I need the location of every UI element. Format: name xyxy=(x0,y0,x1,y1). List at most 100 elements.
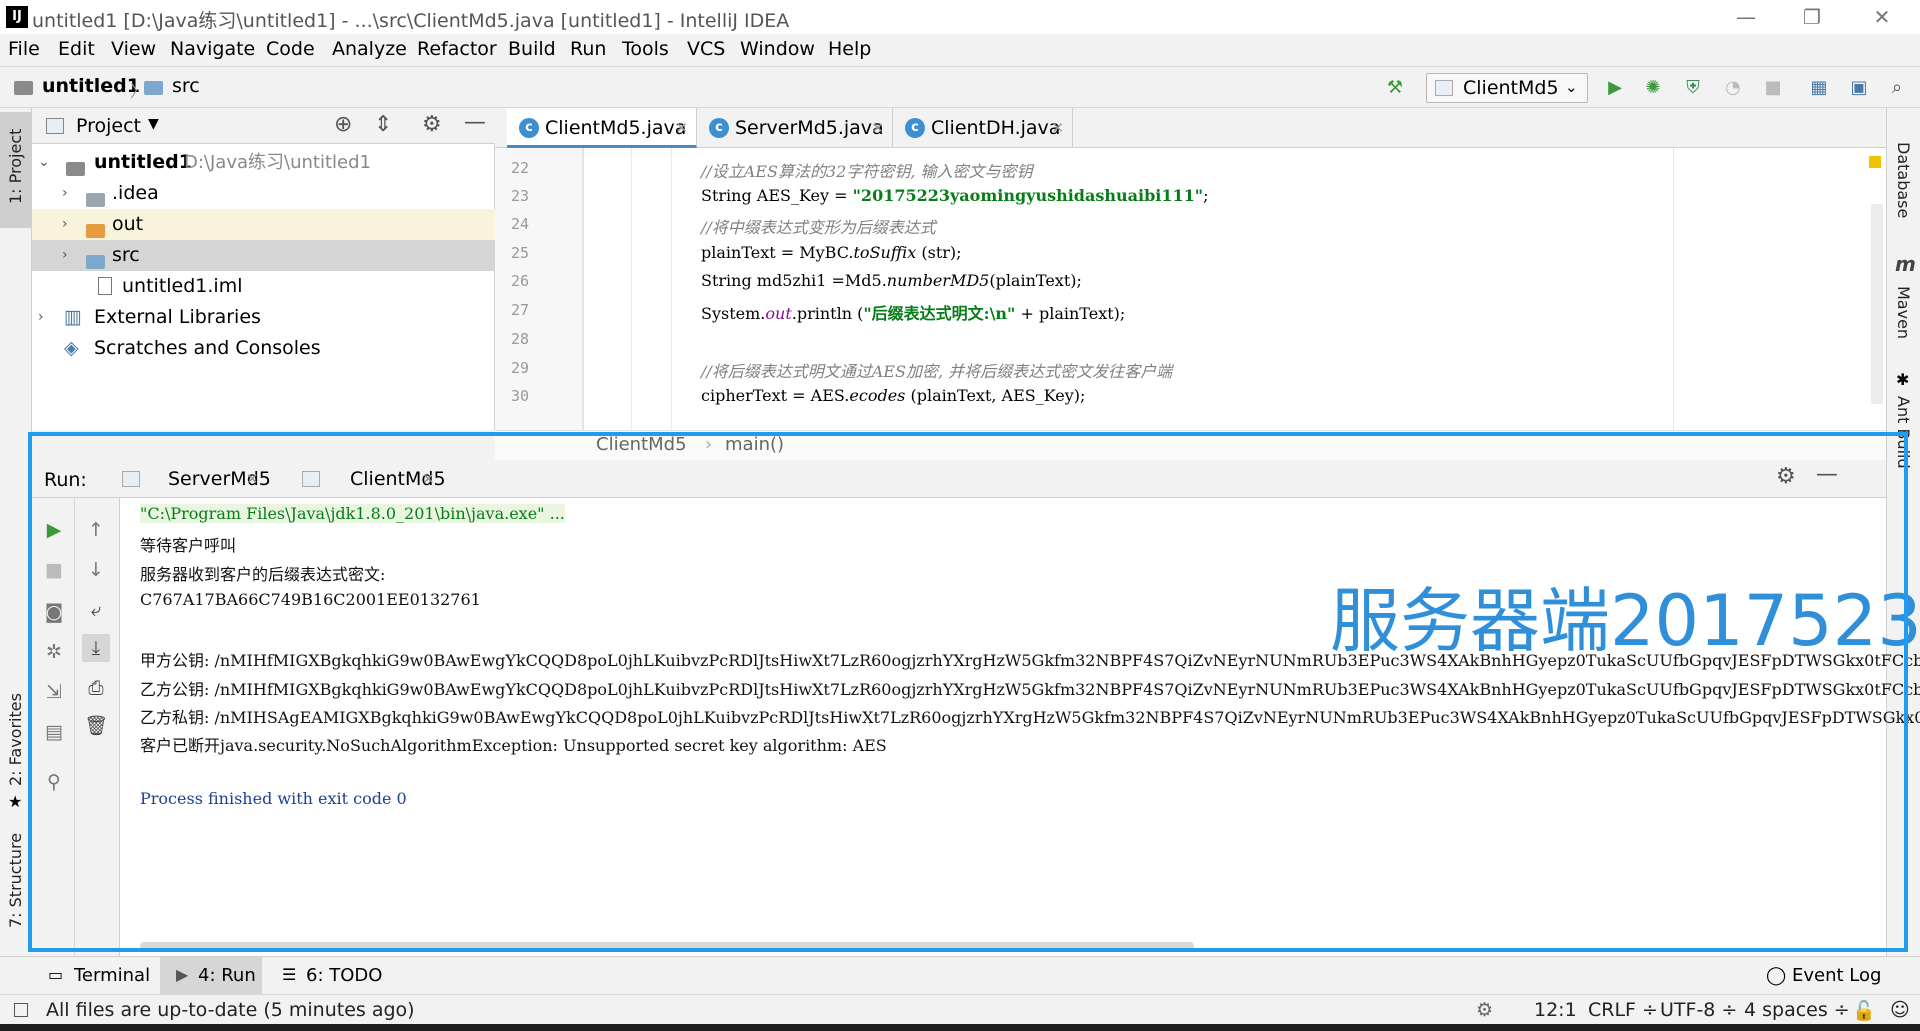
terminal-tab[interactable]: Terminal xyxy=(74,965,150,986)
stop-icon[interactable]: ■ xyxy=(40,556,68,584)
locate-icon[interactable]: ⊕ xyxy=(334,112,352,137)
favorites-tool-tab[interactable]: 2: Favorites ★ xyxy=(0,668,32,828)
code-line[interactable]: String AES_Key = "20175223yaomingyushida… xyxy=(701,186,1208,205)
lock-icon[interactable]: 🔓 xyxy=(1852,999,1876,1022)
gear-icon[interactable]: ⚙ xyxy=(422,112,442,137)
menu-window[interactable]: Window xyxy=(740,38,815,60)
tree-item-src[interactable]: › src xyxy=(32,240,495,271)
structure-tool-tab[interactable]: 7: Structure xyxy=(0,828,32,948)
collapse-all-icon[interactable]: ⇕ xyxy=(374,112,392,137)
close-tab-icon[interactable]: ✕ xyxy=(246,470,259,488)
project-structure-icon[interactable]: ▦ xyxy=(1808,77,1830,99)
collapsed-arrow-icon[interactable]: › xyxy=(62,240,68,271)
hide-panel-icon[interactable]: — xyxy=(464,110,486,135)
code-line[interactable]: //设立AES算法的32字符密钥, 输入密文与密钥 xyxy=(701,158,1033,182)
status-toggle-icon[interactable] xyxy=(14,1003,28,1017)
menu-run[interactable]: Run xyxy=(570,38,606,60)
menu-vcs[interactable]: VCS xyxy=(687,38,725,60)
code-line[interactable]: //将中缀表达式变形为后缀表达式 xyxy=(701,214,936,238)
database-tool-tab[interactable]: Database xyxy=(1887,112,1920,222)
minimize-icon[interactable]: — xyxy=(1726,4,1766,30)
menu-refactor[interactable]: Refactor xyxy=(417,38,497,60)
pin-icon[interactable]: ⚲ xyxy=(40,768,68,796)
breadcrumb-method[interactable]: main() xyxy=(725,434,784,455)
close-tab-icon[interactable]: ✕ xyxy=(1051,108,1064,148)
run-configuration-select[interactable]: ClientMd5 ⌄ xyxy=(1426,73,1588,103)
layout-icon[interactable]: ▤ xyxy=(40,718,68,746)
debug-icon[interactable]: ✺ xyxy=(1642,77,1664,99)
run-tab-clientmd5[interactable]: ClientMd5 xyxy=(292,460,472,498)
code-line[interactable]: String md5zhi1 =Md5.numberMD5(plainText)… xyxy=(701,271,1082,290)
gear-icon[interactable]: ⚙ xyxy=(1776,464,1796,489)
maven-tool-tab[interactable]: m Maven xyxy=(1887,252,1920,352)
indent-setting[interactable]: 4 spaces ÷ xyxy=(1744,999,1850,1021)
tree-item-idea[interactable]: › .idea xyxy=(32,178,495,209)
up-arrow-icon[interactable]: ↑ xyxy=(82,516,110,544)
close-tab-icon[interactable]: ✕ xyxy=(871,108,884,148)
coverage-icon[interactable]: ⛨ xyxy=(1682,77,1704,99)
project-tool-tab[interactable]: 1: Project xyxy=(0,112,32,228)
menu-view[interactable]: View xyxy=(111,38,156,60)
inspector-icon[interactable]: ☺ xyxy=(1890,999,1910,1021)
sync-icon[interactable]: ⚙ xyxy=(1476,999,1493,1021)
file-encoding[interactable]: UTF-8 ÷ xyxy=(1660,999,1737,1021)
collapsed-arrow-icon[interactable]: › xyxy=(62,209,68,240)
close-tab-icon[interactable]: ✕ xyxy=(675,108,688,148)
run-icon[interactable]: ▶ xyxy=(1604,77,1626,99)
menu-tools[interactable]: Tools xyxy=(622,38,669,60)
menu-file[interactable]: File xyxy=(8,38,40,60)
scroll-to-end-icon[interactable]: ⤓ xyxy=(82,634,110,662)
menu-edit[interactable]: Edit xyxy=(58,38,95,60)
line-separator[interactable]: CRLF ÷ xyxy=(1588,999,1658,1021)
hide-panel-icon[interactable]: — xyxy=(1816,462,1838,487)
settings-icon[interactable]: ✲ xyxy=(40,638,68,666)
warning-marker-icon[interactable] xyxy=(1869,156,1881,168)
event-log-tab[interactable]: Event Log xyxy=(1792,965,1881,986)
profile-icon[interactable]: ◔ xyxy=(1722,77,1744,99)
print-icon[interactable]: ⎙ xyxy=(82,674,110,702)
close-tab-icon[interactable]: ✕ xyxy=(422,470,435,488)
close-icon[interactable]: ✕ xyxy=(1862,4,1902,30)
collapsed-arrow-icon[interactable]: › xyxy=(38,302,44,333)
breadcrumb-class[interactable]: ClientMd5 xyxy=(596,434,687,455)
code-line[interactable]: cipherText = AES.ecodes (plainText, AES_… xyxy=(701,386,1085,405)
tree-item-out[interactable]: › out xyxy=(32,209,495,240)
tab-clientdh[interactable]: c ClientDH.java ✕ xyxy=(893,108,1073,148)
tree-item-project-root[interactable]: ⌄ untitled1 D:\Java练习\untitled1 xyxy=(32,147,495,178)
run-tab-servermd5[interactable]: ServerMd5 xyxy=(110,460,290,498)
camera-icon[interactable]: ◙ xyxy=(40,598,68,626)
tab-servermd5[interactable]: c ServerMd5.java ✕ xyxy=(697,108,893,148)
ant-tool-tab[interactable]: ✱ Ant Build xyxy=(1887,370,1920,469)
search-icon[interactable]: ⌕ xyxy=(1886,77,1908,99)
menu-analyze[interactable]: Analyze xyxy=(332,38,407,60)
trash-icon[interactable]: 🗑 xyxy=(82,712,110,740)
editor-scrollbar[interactable] xyxy=(1871,204,1883,404)
import-icon[interactable]: ⇲ xyxy=(40,678,68,706)
code-line[interactable]: //将后缀表达式明文通过AES加密, 并将后缀表达式密文发往客户端 xyxy=(701,358,1172,382)
rerun-icon[interactable]: ▶ xyxy=(40,516,68,544)
console-horizontal-scrollbar[interactable] xyxy=(140,942,1194,950)
menu-code[interactable]: Code xyxy=(266,38,315,60)
restore-icon[interactable]: ❐ xyxy=(1792,4,1832,30)
expanded-arrow-icon[interactable]: ⌄ xyxy=(38,147,50,178)
tree-item-external-libraries[interactable]: › ▥ External Libraries xyxy=(32,302,495,333)
stop-icon[interactable]: ■ xyxy=(1762,77,1784,99)
down-arrow-icon[interactable]: ↓ xyxy=(82,556,110,584)
menu-build[interactable]: Build xyxy=(508,38,556,60)
tab-clientmd5[interactable]: c ClientMd5.java ✕ xyxy=(507,108,697,148)
code-line[interactable]: System.out.println ("后缀表达式明文:\n" + plain… xyxy=(701,300,1125,324)
terminal-window-icon[interactable]: ▣ xyxy=(1848,77,1870,99)
nav-src[interactable]: src xyxy=(172,75,200,97)
nav-project[interactable]: untitled1 xyxy=(42,75,140,97)
caret-position[interactable]: 12:1 xyxy=(1534,999,1577,1021)
menu-navigate[interactable]: Navigate xyxy=(170,38,255,60)
tree-item-iml[interactable]: untitled1.iml xyxy=(32,271,495,302)
collapsed-arrow-icon[interactable]: › xyxy=(62,178,68,209)
tree-item-scratches[interactable]: ◈ Scratches and Consoles xyxy=(32,333,495,364)
run-tab[interactable]: ▶ 4: Run xyxy=(160,957,262,995)
todo-tab[interactable]: 6: TODO xyxy=(306,965,382,986)
chevron-down-icon[interactable]: ▼ xyxy=(148,116,159,132)
project-view-title[interactable]: Project xyxy=(76,115,141,137)
build-hammer-icon[interactable]: ⚒ xyxy=(1384,77,1406,99)
menu-help[interactable]: Help xyxy=(828,38,871,60)
